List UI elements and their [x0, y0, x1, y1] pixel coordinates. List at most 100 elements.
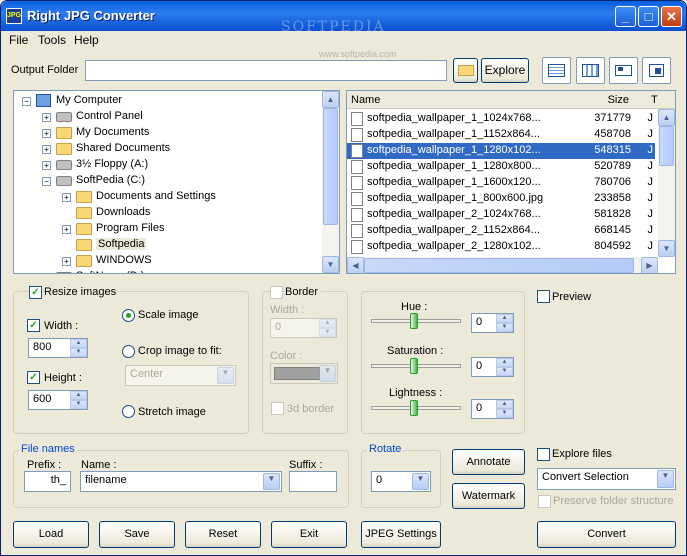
explore-files-checkbox[interactable]: [537, 448, 550, 461]
prefix-input[interactable]: th_: [24, 471, 71, 492]
view-list-icon[interactable]: [576, 57, 605, 84]
file-scrollbar[interactable]: ▲ ▼: [658, 109, 675, 257]
expand-icon[interactable]: +: [42, 145, 51, 154]
annotate-button[interactable]: Annotate: [452, 449, 525, 475]
tree-item[interactable]: + Shared Documents: [14, 141, 314, 157]
suffix-input[interactable]: [289, 471, 337, 492]
browse-folder-button[interactable]: [453, 58, 478, 83]
app-window: JPG Right JPG Converter SOFTPEDIA _ □ ✕ …: [0, 0, 687, 556]
convert-button[interactable]: Convert: [537, 521, 676, 548]
height-spinner[interactable]: ▲ ▼: [70, 391, 87, 409]
tree-item[interactable]: +3½ Floppy (A:): [14, 157, 314, 173]
collapse-icon[interactable]: −: [42, 177, 51, 186]
tree-item[interactable]: + Program Files: [14, 221, 314, 237]
scroll-up-icon[interactable]: ▲: [658, 109, 675, 126]
border-width-spinner[interactable]: ▲ ▼: [319, 319, 336, 337]
column-name[interactable]: Name: [347, 91, 547, 109]
close-button[interactable]: ✕: [661, 6, 682, 27]
file-row[interactable]: softpedia_wallpaper_1_1152x864... 458708 J: [347, 127, 655, 143]
hue-spinner[interactable]: ▲ ▼: [496, 314, 513, 332]
tree-item[interactable]: + Control Panel: [14, 109, 314, 125]
view-thumbnails-icon[interactable]: [642, 57, 671, 84]
tree-item[interactable]: + SoftNews (D:): [14, 269, 314, 274]
preserve-structure-checkbox[interactable]: [538, 495, 551, 508]
column-type[interactable]: T: [647, 91, 675, 109]
expand-icon[interactable]: +: [42, 129, 51, 138]
expand-icon[interactable]: +: [62, 225, 71, 234]
exit-button[interactable]: Exit: [271, 521, 347, 548]
file-row[interactable]: softpedia_wallpaper_1_1280x102... 548315 J: [347, 143, 655, 159]
expand-icon[interactable]: +: [62, 193, 71, 202]
file-row[interactable]: softpedia_wallpaper_1_1280x800... 520789 J: [347, 159, 655, 175]
lightness-slider-knob[interactable]: [410, 400, 418, 416]
expand-icon[interactable]: +: [42, 273, 51, 274]
expand-icon[interactable]: +: [42, 113, 51, 122]
file-row[interactable]: softpedia_wallpaper_2_1024x768... 581828 J: [347, 207, 655, 223]
file-hscrollbar[interactable]: ◀ ▶: [347, 257, 658, 273]
file-scroll-thumb[interactable]: [659, 126, 674, 166]
file-list[interactable]: Name Size T softpedia_wallpaper_1_1024x7…: [346, 90, 676, 274]
scroll-right-icon[interactable]: ▶: [641, 257, 658, 273]
scale-image-radio[interactable]: [122, 309, 135, 322]
file-row[interactable]: softpedia_wallpaper_1_1024x768... 371779 J: [347, 111, 655, 127]
width-checkbox[interactable]: ✓: [27, 319, 40, 332]
resize-images-checkbox[interactable]: ✓: [29, 286, 42, 299]
menu-help[interactable]: Help: [74, 33, 99, 47]
convert-mode-select[interactable]: Convert Selection ▼: [537, 468, 676, 490]
tree-scrollbar[interactable]: ▲ ▼: [322, 91, 339, 273]
file-row[interactable]: softpedia_wallpaper_2_1280x102... 804592 J: [347, 239, 655, 255]
collapse-icon[interactable]: −: [22, 97, 31, 106]
border-checkbox[interactable]: [270, 286, 283, 299]
tree-item[interactable]: Softpedia: [14, 237, 314, 253]
file-row[interactable]: softpedia_wallpaper_2_1152x864... 668145 J: [347, 223, 655, 239]
menu-file[interactable]: File: [9, 33, 28, 47]
explore-button[interactable]: Explore: [481, 58, 529, 83]
file-name: softpedia_wallpaper_1_1600x120...: [367, 176, 541, 188]
minimize-button[interactable]: _: [615, 6, 636, 27]
reset-button[interactable]: Reset: [185, 521, 261, 548]
jpeg-settings-button[interactable]: JPEG Settings: [361, 521, 441, 548]
tree-scroll-thumb[interactable]: [323, 108, 338, 225]
scroll-down-icon[interactable]: ▼: [322, 256, 339, 273]
border-color-picker[interactable]: ▼: [270, 363, 338, 384]
lightness-spinner[interactable]: ▲ ▼: [496, 400, 513, 418]
title-bar[interactable]: JPG Right JPG Converter SOFTPEDIA _ □ ✕: [1, 1, 686, 35]
height-checkbox[interactable]: ✓: [27, 371, 40, 384]
tree-item[interactable]: − My Computer: [14, 93, 314, 109]
hue-slider-knob[interactable]: [410, 313, 418, 329]
stretch-image-radio[interactable]: [122, 405, 135, 418]
scroll-up-icon[interactable]: ▲: [322, 91, 339, 108]
maximize-button[interactable]: □: [638, 6, 659, 27]
saturation-spinner[interactable]: ▲ ▼: [496, 358, 513, 376]
tree-item[interactable]: − SoftPedia (C:): [14, 173, 314, 189]
3d-border-checkbox[interactable]: [271, 402, 284, 415]
column-size[interactable]: Size: [547, 91, 647, 109]
preview-checkbox[interactable]: [537, 290, 550, 303]
save-button[interactable]: Save: [99, 521, 175, 548]
output-folder-input[interactable]: [85, 60, 447, 81]
tree-item[interactable]: + WINDOWS: [14, 253, 314, 269]
tree-item[interactable]: + Documents and Settings: [14, 189, 314, 205]
view-details-icon[interactable]: [542, 57, 571, 84]
folder-tree[interactable]: − My Computer + Control Panel + My Documents +…: [13, 90, 340, 274]
view-small-icons-icon[interactable]: [609, 57, 638, 84]
tree-item[interactable]: Downloads: [14, 205, 314, 221]
width-spinner[interactable]: ▲ ▼: [70, 339, 87, 357]
file-row[interactable]: softpedia_wallpaper_1_800x600.jpg 233858 J: [347, 191, 655, 207]
expand-icon[interactable]: +: [42, 161, 51, 170]
expand-icon[interactable]: +: [62, 257, 71, 266]
scroll-left-icon[interactable]: ◀: [347, 257, 364, 273]
scroll-down-icon[interactable]: ▼: [658, 240, 675, 257]
name-select[interactable]: filename ▼: [80, 471, 282, 492]
file-row[interactable]: softpedia_wallpaper_1_1600x120... 780706 J: [347, 175, 655, 191]
rotate-select[interactable]: 0 ▼: [371, 471, 431, 492]
tree-item[interactable]: + My Documents: [14, 125, 314, 141]
crop-position-select[interactable]: Center ▼: [125, 365, 236, 386]
file-hscroll-thumb[interactable]: [364, 258, 634, 273]
menu-tools[interactable]: Tools: [38, 33, 66, 47]
watermark-button[interactable]: Watermark: [452, 483, 525, 509]
saturation-slider-knob[interactable]: [410, 358, 418, 374]
crop-image-radio[interactable]: [122, 345, 135, 358]
load-button[interactable]: Load: [13, 521, 89, 548]
file-name: softpedia_wallpaper_2_1280x102...: [367, 240, 541, 252]
